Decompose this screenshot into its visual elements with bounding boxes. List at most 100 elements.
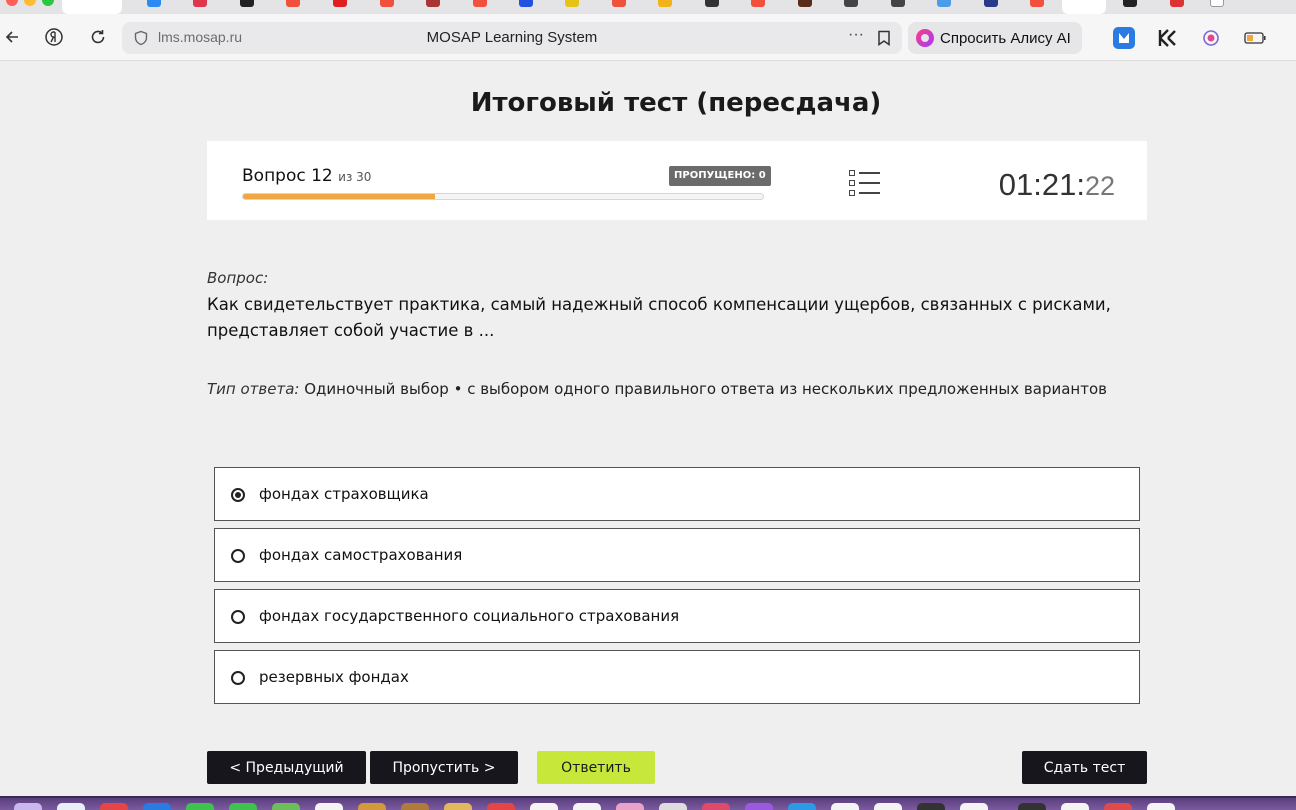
extension-k-icon[interactable] — [1156, 27, 1178, 49]
tab-favicon-icon[interactable] — [658, 0, 672, 7]
radio-button[interactable] — [231, 549, 245, 563]
tab-favicon-icon[interactable] — [937, 0, 951, 7]
extension-bookmark-icon[interactable] — [1113, 27, 1135, 49]
answer-type: Тип ответа: Одиночный выбор • с выбором … — [207, 380, 1107, 398]
answer-type-text: Одиночный выбор • с выбором одного прави… — [299, 380, 1107, 398]
dock-app-icon[interactable] — [1061, 803, 1089, 810]
answer-option-label: фондах страховщика — [259, 485, 429, 503]
answer-button[interactable]: Ответить — [537, 751, 655, 784]
dock-app-icon[interactable] — [1018, 803, 1046, 810]
progress-bar — [242, 193, 764, 200]
answer-option[interactable]: резервных фондах — [214, 650, 1140, 704]
radio-button[interactable] — [231, 488, 245, 502]
dock-app-icon[interactable] — [100, 803, 128, 810]
tab-favicon-icon[interactable] — [1210, 0, 1224, 7]
tab-favicon-icon[interactable] — [519, 0, 533, 7]
alice-icon — [916, 29, 934, 47]
answer-option[interactable]: фондах страховщика — [214, 467, 1140, 521]
bookmark-icon[interactable] — [877, 30, 891, 50]
reload-icon[interactable] — [86, 24, 110, 50]
dock-app-icon[interactable] — [272, 803, 300, 810]
dock-app-icon[interactable] — [186, 803, 214, 810]
radio-button[interactable] — [231, 610, 245, 624]
more-options-icon[interactable]: ··· — [848, 26, 864, 44]
extension-target-icon[interactable] — [1200, 27, 1222, 49]
dock-app-icon[interactable] — [960, 803, 988, 810]
tab-favicon-icon[interactable] — [798, 0, 812, 7]
close-window-icon[interactable] — [6, 0, 18, 6]
zoom-window-icon[interactable] — [42, 0, 54, 6]
active-tab[interactable] — [62, 0, 122, 14]
tab-pinned[interactable] — [1062, 0, 1106, 14]
skip-button[interactable]: Пропустить > — [370, 751, 518, 784]
answer-option[interactable]: фондах самострахования — [214, 528, 1140, 582]
dock-app-icon[interactable] — [616, 803, 644, 810]
question-counter: Вопрос 12 из 30 — [242, 166, 371, 186]
question-number: Вопрос 12 — [242, 166, 333, 186]
minimize-window-icon[interactable] — [24, 0, 36, 6]
tab-favicon-icon[interactable] — [147, 0, 161, 7]
site-info-icon[interactable] — [133, 30, 149, 50]
question-text: Как свидетельствует практика, самый наде… — [207, 295, 1111, 340]
tab-favicon-icon[interactable] — [612, 0, 626, 7]
tab-favicon-icon[interactable] — [751, 0, 765, 7]
dock-app-icon[interactable] — [487, 803, 515, 810]
url-text[interactable]: lms.mosap.ru — [158, 29, 242, 45]
status-card: Вопрос 12 из 30 ПРОПУЩЕНО: 0 01:21:22 — [207, 141, 1147, 220]
dock-app-icon[interactable] — [702, 803, 730, 810]
tab-favicon-icon[interactable] — [565, 0, 579, 7]
dock-app-icon[interactable] — [358, 803, 386, 810]
tab-favicon-icon[interactable] — [286, 0, 300, 7]
ask-alice-button[interactable]: Спросить Алису AI — [908, 22, 1082, 54]
tab-favicon-icon[interactable] — [380, 0, 394, 7]
tab-favicon-icon[interactable] — [705, 0, 719, 7]
tab-favicon-icon[interactable] — [333, 0, 347, 7]
dock-app-icon[interactable] — [573, 803, 601, 810]
dock-app-icon[interactable] — [788, 803, 816, 810]
dock-app-icon[interactable] — [229, 803, 257, 810]
tab-favicon-icon[interactable] — [891, 0, 905, 7]
dock-app-icon[interactable] — [1147, 803, 1175, 810]
answer-option[interactable]: фондах государственного социального стра… — [214, 589, 1140, 643]
browser-toolbar: lms.mosap.ru MOSAP Learning System ··· С… — [0, 14, 1296, 61]
answer-option-label: фондах самострахования — [259, 546, 463, 564]
dock-app-icon[interactable] — [530, 803, 558, 810]
dock-app-icon[interactable] — [444, 803, 472, 810]
dock-app-icon[interactable] — [14, 803, 42, 810]
tab-favicon-icon[interactable] — [1170, 0, 1184, 7]
answer-option-label: фондах государственного социального стра… — [259, 607, 680, 625]
tab-favicon-icon[interactable] — [193, 0, 207, 7]
address-bar[interactable]: lms.mosap.ru MOSAP Learning System ··· — [122, 22, 902, 54]
tab-favicon-icon[interactable] — [240, 0, 254, 7]
tab-favicon-icon[interactable] — [426, 0, 440, 7]
dock-app-icon[interactable] — [143, 803, 171, 810]
back-arrow-icon[interactable] — [0, 24, 24, 50]
dock-app-icon[interactable] — [315, 803, 343, 810]
countdown-timer: 01:21:22 — [999, 167, 1115, 203]
dock-app-icon[interactable] — [1104, 803, 1132, 810]
dock-app-icon[interactable] — [57, 803, 85, 810]
dock-app-icon[interactable] — [659, 803, 687, 810]
dock-app-icon[interactable] — [831, 803, 859, 810]
submit-test-button[interactable]: Сдать тест — [1022, 751, 1147, 784]
tab-favicon-icon[interactable] — [1030, 0, 1044, 7]
dock-app-icon[interactable] — [874, 803, 902, 810]
question-total: из 30 — [338, 170, 372, 184]
radio-button[interactable] — [231, 671, 245, 685]
progress-fill — [243, 194, 436, 199]
tab-favicon-icon[interactable] — [473, 0, 487, 7]
page-title: Итоговый тест (пересдача) — [470, 88, 882, 118]
dock-app-icon[interactable] — [401, 803, 429, 810]
question-list-button[interactable] — [849, 169, 881, 197]
browser-tab-strip — [0, 0, 1296, 14]
yandex-logo-icon[interactable] — [42, 24, 66, 50]
tab-favicon-icon[interactable] — [1123, 0, 1137, 7]
dock-app-icon[interactable] — [745, 803, 773, 810]
previous-button[interactable]: < Предыдущий — [207, 751, 366, 784]
tab-favicon-icon[interactable] — [984, 0, 998, 7]
battery-icon[interactable] — [1244, 27, 1266, 49]
dock — [0, 796, 1296, 810]
timer-hours-minutes: 01:21: — [998, 167, 1085, 202]
dock-app-icon[interactable] — [917, 803, 945, 810]
tab-favicon-icon[interactable] — [844, 0, 858, 7]
